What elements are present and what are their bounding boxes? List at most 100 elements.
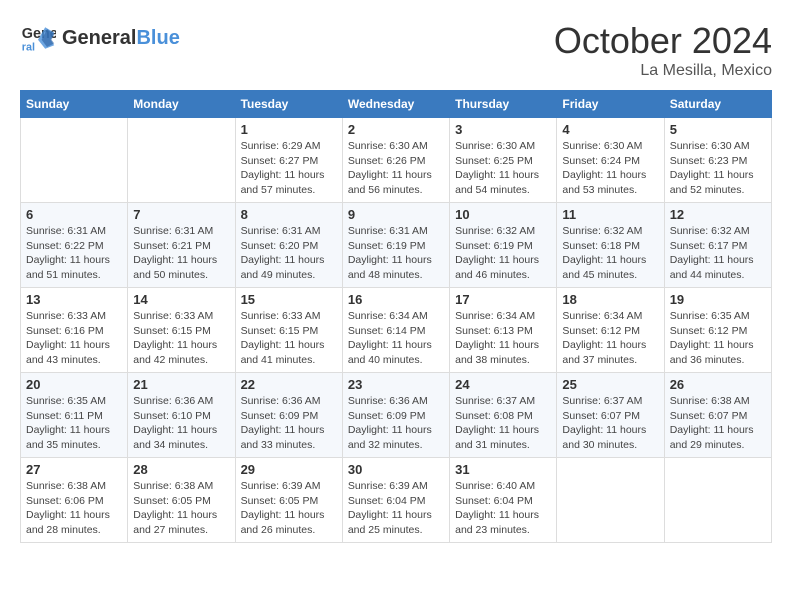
day-number: 12 — [670, 207, 766, 222]
day-content: Sunrise: 6:34 AM Sunset: 6:12 PM Dayligh… — [562, 309, 658, 368]
header-row: SundayMondayTuesdayWednesdayThursdayFrid… — [21, 91, 772, 118]
day-content: Sunrise: 6:32 AM Sunset: 6:17 PM Dayligh… — [670, 224, 766, 283]
day-number: 27 — [26, 462, 122, 477]
calendar-cell: 25 Sunrise: 6:37 AM Sunset: 6:07 PM Dayli… — [557, 373, 664, 458]
day-content: Sunrise: 6:30 AM Sunset: 6:24 PM Dayligh… — [562, 139, 658, 198]
calendar-cell — [21, 118, 128, 203]
day-number: 25 — [562, 377, 658, 392]
day-content: Sunrise: 6:32 AM Sunset: 6:18 PM Dayligh… — [562, 224, 658, 283]
day-number: 3 — [455, 122, 551, 137]
day-content: Sunrise: 6:35 AM Sunset: 6:12 PM Dayligh… — [670, 309, 766, 368]
day-number: 6 — [26, 207, 122, 222]
calendar-cell: 12 Sunrise: 6:32 AM Sunset: 6:17 PM Dayli… — [664, 203, 771, 288]
day-content: Sunrise: 6:31 AM Sunset: 6:20 PM Dayligh… — [241, 224, 337, 283]
calendar-cell: 29Sunrise: 6:39 AM Sunset: 6:05 PM Dayli… — [235, 458, 342, 543]
calendar-cell: 14Sunrise: 6:33 AM Sunset: 6:15 PM Dayli… — [128, 288, 235, 373]
day-number: 20 — [26, 377, 122, 392]
calendar-cell: 18 Sunrise: 6:34 AM Sunset: 6:12 PM Dayli… — [557, 288, 664, 373]
day-number: 24 — [455, 377, 551, 392]
month-title: October 2024 — [554, 20, 772, 62]
calendar-cell: 22 Sunrise: 6:36 AM Sunset: 6:09 PM Dayli… — [235, 373, 342, 458]
day-number: 17 — [455, 292, 551, 307]
calendar-cell: 3 Sunrise: 6:30 AM Sunset: 6:25 PM Daylig… — [450, 118, 557, 203]
day-number: 16 — [348, 292, 444, 307]
header-cell-saturday: Saturday — [664, 91, 771, 118]
calendar-cell: 5 Sunrise: 6:30 AM Sunset: 6:23 PM Daylig… — [664, 118, 771, 203]
day-number: 21 — [133, 377, 229, 392]
svg-text:ral: ral — [22, 42, 35, 54]
day-number: 9 — [348, 207, 444, 222]
calendar-cell: 10Sunrise: 6:32 AM Sunset: 6:19 PM Dayli… — [450, 203, 557, 288]
day-content: Sunrise: 6:39 AM Sunset: 6:04 PM Dayligh… — [348, 479, 444, 538]
calendar-cell: 9 Sunrise: 6:31 AM Sunset: 6:19 PM Daylig… — [342, 203, 449, 288]
header-cell-wednesday: Wednesday — [342, 91, 449, 118]
day-content: Sunrise: 6:38 AM Sunset: 6:06 PM Dayligh… — [26, 479, 122, 538]
week-row-5: 27 Sunrise: 6:38 AM Sunset: 6:06 PM Dayli… — [21, 458, 772, 543]
day-content: Sunrise: 6:30 AM Sunset: 6:25 PM Dayligh… — [455, 139, 551, 198]
day-number: 18 — [562, 292, 658, 307]
day-number: 4 — [562, 122, 658, 137]
calendar-cell — [664, 458, 771, 543]
week-row-2: 6Sunrise: 6:31 AM Sunset: 6:22 PM Daylig… — [21, 203, 772, 288]
day-number: 26 — [670, 377, 766, 392]
day-content: Sunrise: 6:32 AM Sunset: 6:19 PM Dayligh… — [455, 224, 551, 283]
logo: Gene ral General Blue — [20, 20, 180, 56]
calendar-cell: 31 Sunrise: 6:40 AM Sunset: 6:04 PM Dayli… — [450, 458, 557, 543]
calendar-cell — [128, 118, 235, 203]
calendar-cell: 21 Sunrise: 6:36 AM Sunset: 6:10 PM Dayli… — [128, 373, 235, 458]
day-number: 22 — [241, 377, 337, 392]
title-area: October 2024 La Mesilla, Mexico — [554, 20, 772, 80]
day-content: Sunrise: 6:31 AM Sunset: 6:21 PM Dayligh… — [133, 224, 229, 283]
logo-text-blue: Blue — [136, 27, 179, 50]
day-content: Sunrise: 6:36 AM Sunset: 6:09 PM Dayligh… — [348, 394, 444, 453]
header-cell-monday: Monday — [128, 91, 235, 118]
day-number: 15 — [241, 292, 337, 307]
calendar-cell: 20Sunrise: 6:35 AM Sunset: 6:11 PM Dayli… — [21, 373, 128, 458]
day-content: Sunrise: 6:30 AM Sunset: 6:23 PM Dayligh… — [670, 139, 766, 198]
calendar-cell: 27 Sunrise: 6:38 AM Sunset: 6:06 PM Dayli… — [21, 458, 128, 543]
calendar-cell: 16 Sunrise: 6:34 AM Sunset: 6:14 PM Dayli… — [342, 288, 449, 373]
day-number: 5 — [670, 122, 766, 137]
calendar-body: 1Sunrise: 6:29 AM Sunset: 6:27 PM Daylig… — [21, 118, 772, 543]
day-content: Sunrise: 6:30 AM Sunset: 6:26 PM Dayligh… — [348, 139, 444, 198]
day-number: 28 — [133, 462, 229, 477]
logo-text-general: General — [62, 27, 136, 50]
calendar-cell: 4 Sunrise: 6:30 AM Sunset: 6:24 PM Daylig… — [557, 118, 664, 203]
day-content: Sunrise: 6:37 AM Sunset: 6:07 PM Dayligh… — [562, 394, 658, 453]
day-number: 14 — [133, 292, 229, 307]
calendar-cell: 1Sunrise: 6:29 AM Sunset: 6:27 PM Daylig… — [235, 118, 342, 203]
calendar-cell: 2 Sunrise: 6:30 AM Sunset: 6:26 PM Daylig… — [342, 118, 449, 203]
day-number: 1 — [241, 122, 337, 137]
week-row-1: 1Sunrise: 6:29 AM Sunset: 6:27 PM Daylig… — [21, 118, 772, 203]
day-content: Sunrise: 6:36 AM Sunset: 6:09 PM Dayligh… — [241, 394, 337, 453]
calendar-cell: 8Sunrise: 6:31 AM Sunset: 6:20 PM Daylig… — [235, 203, 342, 288]
calendar-cell: 11Sunrise: 6:32 AM Sunset: 6:18 PM Dayli… — [557, 203, 664, 288]
calendar-cell: 6Sunrise: 6:31 AM Sunset: 6:22 PM Daylig… — [21, 203, 128, 288]
day-number: 30 — [348, 462, 444, 477]
location-subtitle: La Mesilla, Mexico — [554, 62, 772, 80]
day-content: Sunrise: 6:34 AM Sunset: 6:14 PM Dayligh… — [348, 309, 444, 368]
calendar-header: SundayMondayTuesdayWednesdayThursdayFrid… — [21, 91, 772, 118]
logo-icon: Gene ral — [20, 20, 56, 56]
day-content: Sunrise: 6:33 AM Sunset: 6:15 PM Dayligh… — [241, 309, 337, 368]
day-content: Sunrise: 6:34 AM Sunset: 6:13 PM Dayligh… — [455, 309, 551, 368]
calendar-cell: 13 Sunrise: 6:33 AM Sunset: 6:16 PM Dayli… — [21, 288, 128, 373]
day-number: 13 — [26, 292, 122, 307]
week-row-3: 13 Sunrise: 6:33 AM Sunset: 6:16 PM Dayli… — [21, 288, 772, 373]
day-content: Sunrise: 6:31 AM Sunset: 6:19 PM Dayligh… — [348, 224, 444, 283]
calendar-cell: 19Sunrise: 6:35 AM Sunset: 6:12 PM Dayli… — [664, 288, 771, 373]
day-content: Sunrise: 6:36 AM Sunset: 6:10 PM Dayligh… — [133, 394, 229, 453]
day-content: Sunrise: 6:33 AM Sunset: 6:16 PM Dayligh… — [26, 309, 122, 368]
day-number: 29 — [241, 462, 337, 477]
day-number: 2 — [348, 122, 444, 137]
day-number: 23 — [348, 377, 444, 392]
week-row-4: 20Sunrise: 6:35 AM Sunset: 6:11 PM Dayli… — [21, 373, 772, 458]
calendar-cell: 30 Sunrise: 6:39 AM Sunset: 6:04 PM Dayli… — [342, 458, 449, 543]
header-cell-tuesday: Tuesday — [235, 91, 342, 118]
calendar-table: SundayMondayTuesdayWednesdayThursdayFrid… — [20, 90, 772, 543]
header-cell-friday: Friday — [557, 91, 664, 118]
day-content: Sunrise: 6:40 AM Sunset: 6:04 PM Dayligh… — [455, 479, 551, 538]
calendar-cell: 24Sunrise: 6:37 AM Sunset: 6:08 PM Dayli… — [450, 373, 557, 458]
day-number: 31 — [455, 462, 551, 477]
calendar-cell — [557, 458, 664, 543]
